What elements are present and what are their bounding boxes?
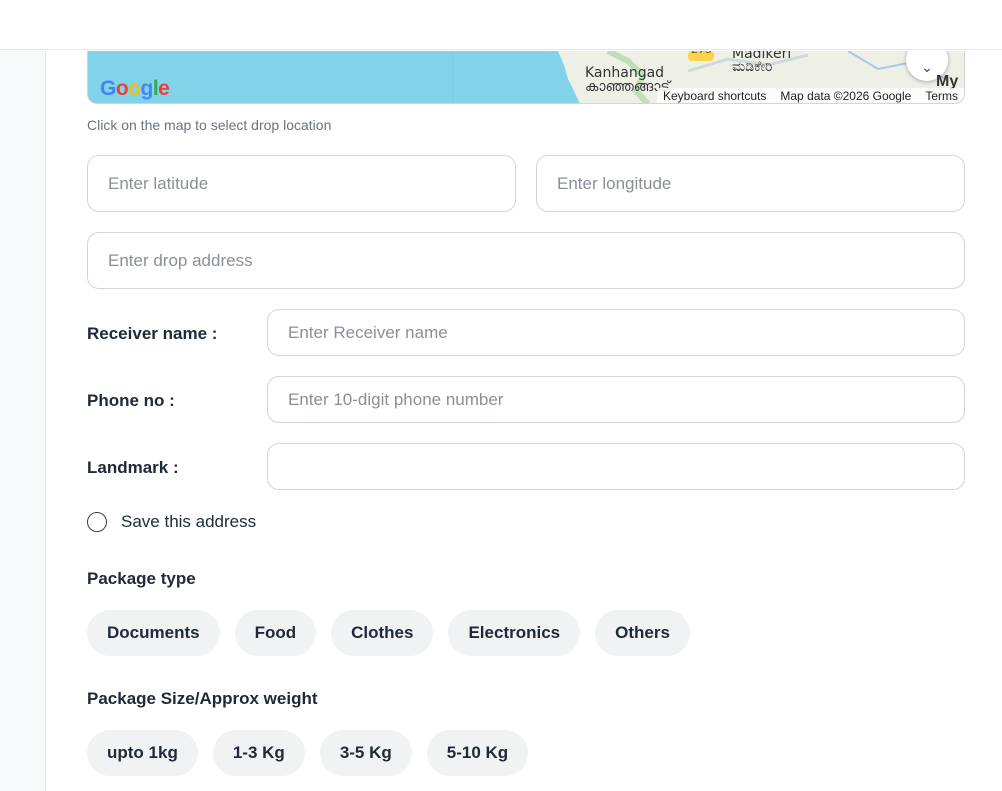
package-size-options: upto 1kg 1-3 Kg 3-5 Kg 5-10 Kg bbox=[87, 730, 529, 776]
package-size-3-5kg[interactable]: 3-5 Kg bbox=[319, 730, 412, 776]
receiver-name-label: Receiver name : bbox=[87, 324, 218, 343]
keyboard-shortcuts-link[interactable]: Keyboard shortcuts bbox=[663, 89, 766, 103]
phone-input[interactable] bbox=[267, 376, 965, 423]
package-type-food[interactable]: Food bbox=[234, 610, 317, 656]
map-place-madikeri-local: ಮಡಿಕೇರಿ bbox=[732, 59, 773, 75]
map-view[interactable]: Google 275 Madikeri ಮಡಿಕೇರಿ Kanhangad കാ… bbox=[87, 51, 965, 104]
landmark-label: Landmark : bbox=[87, 458, 179, 477]
package-type-electronics[interactable]: Electronics bbox=[448, 610, 581, 656]
phone-label: Phone no : bbox=[87, 391, 175, 410]
landmark-input[interactable] bbox=[267, 443, 965, 490]
package-type-title: Package type bbox=[87, 569, 196, 588]
latitude-input[interactable] bbox=[87, 155, 516, 212]
package-size-upto-1kg[interactable]: upto 1kg bbox=[87, 730, 198, 776]
terms-link[interactable]: Terms bbox=[925, 89, 958, 103]
save-address-radio[interactable] bbox=[87, 512, 107, 532]
map-hint: Click on the map to select drop location bbox=[87, 117, 332, 133]
receiver-name-input[interactable] bbox=[267, 309, 965, 356]
map-data-text: Map data ©2026 Google bbox=[780, 88, 912, 103]
map-attribution: Keyboard shortcuts Map data ©2026 Google… bbox=[657, 88, 964, 103]
package-type-documents[interactable]: Documents bbox=[87, 610, 220, 656]
save-address-option[interactable]: Save this address bbox=[87, 512, 256, 532]
package-size-1-3kg[interactable]: 1-3 Kg bbox=[212, 730, 305, 776]
package-type-options: Documents Food Clothes Electronics Other… bbox=[87, 610, 690, 656]
google-logo: Google bbox=[100, 77, 170, 100]
chevron-down-icon: ⌄ bbox=[921, 58, 933, 75]
longitude-input[interactable] bbox=[536, 155, 965, 212]
drop-address-input[interactable] bbox=[87, 232, 965, 289]
map-road-label: 275 bbox=[691, 51, 712, 56]
top-bar bbox=[0, 0, 1002, 50]
package-type-clothes[interactable]: Clothes bbox=[331, 610, 434, 656]
sidebar bbox=[0, 51, 46, 791]
package-size-title: Package Size/Approx weight bbox=[87, 689, 318, 708]
package-size-5-10kg[interactable]: 5-10 Kg bbox=[426, 730, 529, 776]
save-address-label: Save this address bbox=[121, 512, 257, 531]
package-type-others[interactable]: Others bbox=[595, 610, 690, 656]
